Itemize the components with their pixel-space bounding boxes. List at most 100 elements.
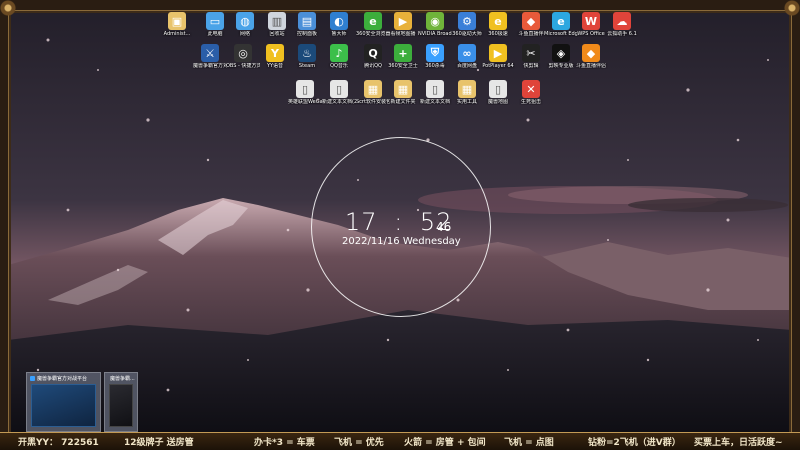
desktop-icon-label: Microsoft Edge [544, 31, 578, 37]
app-icon: ⛨ [426, 44, 444, 62]
desktop-icon[interactable]: e 360安全浏览器 [356, 12, 390, 37]
clock-second: 46 [436, 220, 452, 234]
desktop-icon-label: NVIDIA Broadcast [418, 31, 452, 37]
app-icon: Q [364, 44, 382, 62]
app-icon: ▶ [489, 44, 507, 62]
app-icon: e [364, 12, 382, 30]
app-icon: ◍ [236, 12, 254, 30]
desktop-icon[interactable]: ⚙ 360驱动大师 [450, 12, 484, 37]
app-icon [30, 376, 35, 381]
desktop-icon-label: 控制面板 [296, 31, 317, 37]
desktop-icon[interactable]: ▤ 控制面板 [290, 12, 324, 37]
desktop-icon[interactable]: e Microsoft Edge [544, 12, 578, 37]
desktop-icon-label: 鲁大师 [331, 31, 347, 37]
desktop-icon-label: 回收站 [269, 31, 285, 37]
desktop-icon[interactable]: ∞ 百度网盘 [450, 44, 484, 69]
desktop-icon[interactable]: ▦ 实用工具 [450, 80, 484, 105]
app-icon: ✂ [522, 44, 540, 62]
desktop-icon[interactable]: ◆ 斗鱼直播伴侣 [574, 44, 608, 69]
desktop-icon[interactable]: ◈ 剪映专业版 [544, 44, 578, 69]
window-preview-warcraft[interactable]: 魔兽争霸... [104, 372, 138, 432]
app-icon: ▯ [330, 80, 348, 98]
app-icon: ▭ [206, 12, 224, 30]
desktop-icon[interactable]: ▥ 回收站 [260, 12, 294, 37]
desktop-icon-label: 魔兽争霸官方对战平台 [193, 63, 227, 69]
frame-top-border [0, 0, 800, 12]
desktop-icon-label: 360极速 [488, 31, 508, 37]
desktop-icon[interactable]: ⚔魔兽争霸官方对战平台 [193, 44, 227, 69]
desktop-icon[interactable]: ☁ 云狐助手 6.1 [605, 12, 639, 37]
banner-plane-map: 飞机 = 点图 [504, 438, 554, 448]
app-icon: ▣ [168, 12, 186, 30]
clock-hour: 17 [345, 208, 378, 236]
preview-thumbnail [31, 384, 96, 427]
desktop-icon-label: 网络 [239, 31, 250, 37]
desktop-icon-label: QQ音乐 [330, 63, 348, 69]
app-icon: ∞ [458, 44, 476, 62]
desktop-icon-label: 剪映专业版 [548, 63, 574, 69]
desktop-icon[interactable]: W WPS Office [574, 12, 608, 37]
app-icon: ☁ [613, 12, 631, 30]
app-icon: ▦ [394, 80, 412, 98]
desktop-icon[interactable]: ▯ 新建文本文档 [418, 80, 452, 105]
app-icon: e [489, 12, 507, 30]
desktop-icon[interactable]: ♪ QQ音乐 [322, 44, 356, 69]
app-icon: ▯ [489, 80, 507, 98]
desktop-icon-label: 实用工具 [456, 99, 477, 105]
desktop-icon-label: 此电脑 [207, 31, 223, 37]
desktop-icon-label: 斗鱼直播伴 [518, 31, 544, 37]
desktop-icon[interactable]: +360安全卫士 [386, 44, 420, 69]
desktop-icon[interactable]: ✕ 生死狙击 [514, 80, 548, 105]
banner-rocket-admin: 火箭 = 房管 + 包间 [404, 438, 486, 448]
desktop-icon[interactable]: ✂ 快剪辑 [514, 44, 548, 69]
app-icon: ♪ [330, 44, 348, 62]
desktop-icon[interactable]: ▯ 新建文本文档(2) [322, 80, 356, 105]
desktop-icon[interactable]: ⛨ 360杀毒 [418, 44, 452, 69]
desktop-icon[interactable]: ▣ Administ... [160, 12, 194, 37]
desktop-icon[interactable]: ▭ 此电脑 [198, 12, 232, 37]
app-icon: ◉ [426, 12, 444, 30]
desktop-icon-label: 360驱动大师 [452, 31, 482, 37]
banner-card-ticket: 办卡*3 = 车票 [254, 438, 315, 448]
clock-separator: : [394, 208, 404, 236]
desktop-icon-label: 看帧地图播 [390, 31, 416, 37]
desktop-icon[interactable]: ▦ Scrt软件安装包 [356, 80, 390, 105]
desktop-icon[interactable]: ▯ 魔兽地图 [481, 80, 515, 105]
desktop-icon-label: YY语音 [266, 63, 284, 69]
window-preview-platform[interactable]: 魔兽争霸官方对战平台 [26, 372, 101, 432]
desktop-icon-label: 快剪辑 [523, 63, 539, 69]
preview-title: 魔兽争霸... [110, 376, 135, 382]
desktop-icon[interactable]: Q 腾讯QQ [356, 44, 390, 69]
desktop-icon-label: Steam [298, 63, 316, 69]
banner-ticket-activity: 买票上车，日活跃度~ [694, 438, 783, 448]
desktop-icon[interactable]: Y YY语音 [258, 44, 292, 69]
app-icon: ▦ [364, 80, 382, 98]
banner-diamond-fan: 钻粉=2飞机（进V群） [588, 438, 681, 448]
app-icon: ▥ [268, 12, 286, 30]
desktop-icon[interactable]: e 360极速 [481, 12, 515, 37]
desktop-icon[interactable]: ◆ 斗鱼直播伴 [514, 12, 548, 37]
desktop-icon-label: 新建文本文档 [419, 99, 450, 105]
desktop-icon-label: PotPlayer 64 [482, 63, 514, 69]
app-icon: Y [266, 44, 284, 62]
clock-date: 2022/11/16 Wednesday [342, 236, 461, 247]
desktop-icon[interactable]: ◍ 网络 [228, 12, 262, 37]
desktop-icon[interactable]: ◐ 鲁大师 [322, 12, 356, 37]
desktop-icon[interactable]: ▯英雄联盟WeGame [288, 80, 322, 105]
desktop-icon-label: 新建文本文档(2) [322, 99, 356, 105]
desktop-icon[interactable]: ◉NVIDIA Broadcast [418, 12, 452, 37]
app-icon: ◎ [234, 44, 252, 62]
frame-corner-ornament [0, 0, 16, 16]
desktop-icon[interactable]: ◎ OBS - 快捷方式 [226, 44, 260, 69]
desktop-icon[interactable]: ▶ 看帧地图播 [386, 12, 420, 37]
app-icon: ▤ [298, 12, 316, 30]
desktop-icon-label: 新建文件夹 [390, 99, 416, 105]
desktop-icon-label: WPS Office [577, 31, 605, 37]
desktop-icon[interactable]: ▶ PotPlayer 64 [481, 44, 515, 69]
desktop-icon[interactable]: ▦ 新建文件夹 [386, 80, 420, 105]
app-icon: ⚙ [458, 12, 476, 30]
app-icon: ◐ [330, 12, 348, 30]
desktop-icon[interactable]: ♨ Steam [290, 44, 324, 69]
desktop-icon-label: Scrt软件安装包 [356, 99, 390, 105]
app-icon: ◆ [522, 12, 540, 30]
